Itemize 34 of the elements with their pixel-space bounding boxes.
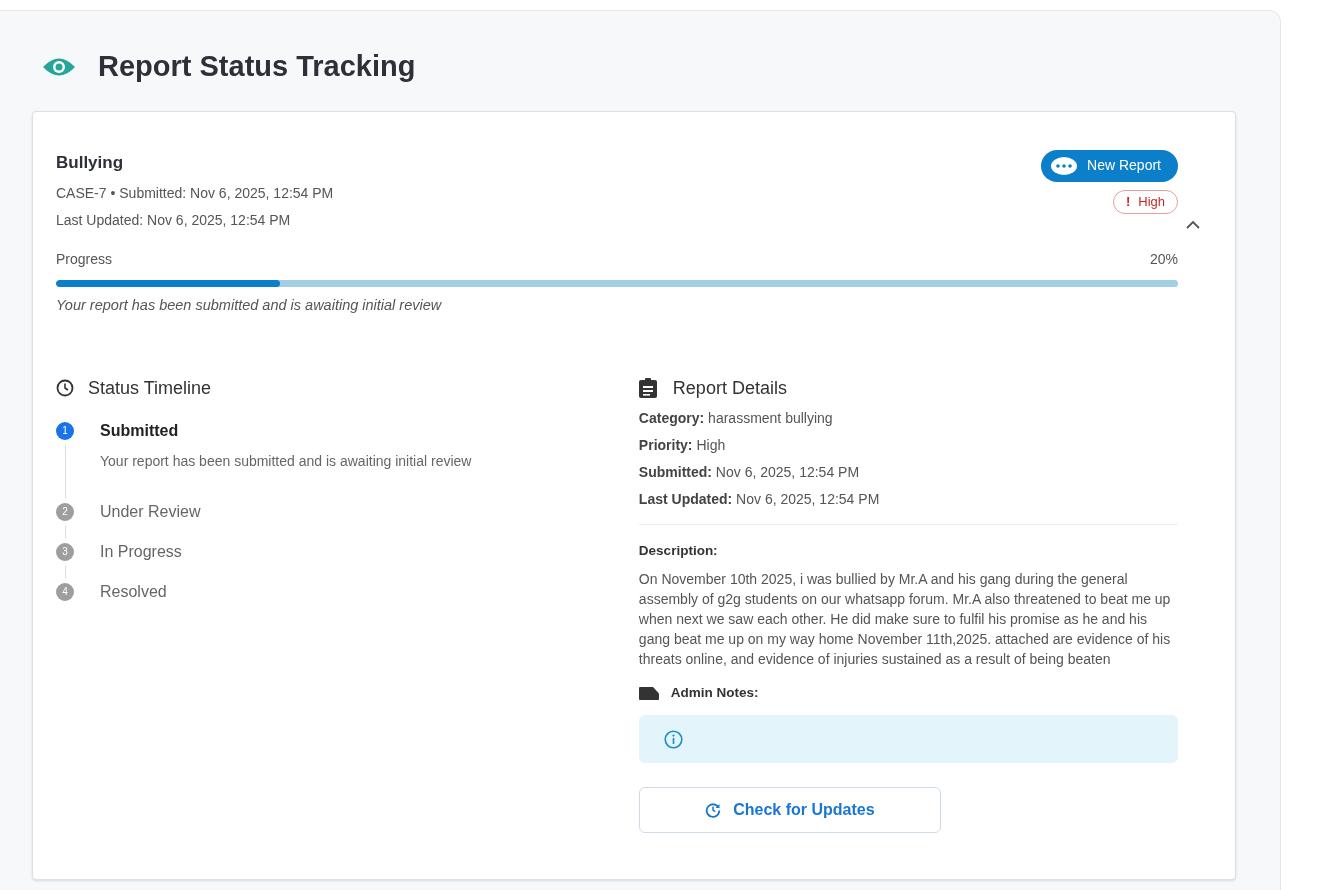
step-label: In Progress xyxy=(100,542,183,561)
progress-label: Progress xyxy=(56,250,113,269)
step-number: 2 xyxy=(56,502,74,521)
report-meta: CASE-7 • Submitted: Nov 6, 2025, 12:54 PM xyxy=(56,184,334,203)
step-number: 3 xyxy=(56,542,74,561)
step-label: Submitted xyxy=(100,421,180,440)
collapse-chevron-icon[interactable] xyxy=(1186,219,1200,229)
refresh-clock-icon xyxy=(705,802,722,819)
detail-field: Last Updated: Nov 6, 2025, 12:54 PM xyxy=(638,488,1178,510)
check-updates-button[interactable]: Check for Updates xyxy=(638,787,941,834)
description-text: On November 10th 2025, i was bullied by Mr.A and his gang during the general assembly of g2g students on our whatsapp forum. Mr.A also threatened to beat me up when next we saw each other. He did make sure to fulfil his promise as he and his gang beat me up on my way home November 11th,2025. attached are evidence of his threats online, and evidence of injuries sustained as a result of being beaten xyxy=(638,570,1172,669)
step-number: 1 xyxy=(56,421,74,440)
detail-field: Category: harassment bullying xyxy=(638,407,1178,429)
progress-reading: 20% xyxy=(1149,250,1178,269)
info-icon xyxy=(663,729,683,749)
description-label: Description: xyxy=(638,541,719,560)
detail-field: Priority: High xyxy=(638,434,1178,456)
clipboard-icon xyxy=(638,378,657,399)
clock-icon xyxy=(56,379,74,398)
step-label: Under Review xyxy=(100,502,202,521)
admin-notes-label: Admin Notes: xyxy=(670,684,759,702)
report-title: Bullying xyxy=(56,151,125,174)
last-updated: Last Updated: Nov 6, 2025, 12:54 PM xyxy=(56,211,292,230)
timeline-title: Status Timeline xyxy=(88,376,212,400)
details-title: Report Details xyxy=(672,376,787,400)
detail-field: Submitted: Nov 6, 2025, 12:54 PM xyxy=(638,461,1178,483)
step-label: Resolved xyxy=(100,582,168,601)
new-report-button[interactable]: New Report xyxy=(1041,149,1178,182)
progress-message: Your report has been submitted and is awaiting initial review xyxy=(56,296,443,315)
step-description: Your report has been submitted and is awaiting initial review xyxy=(100,451,473,471)
chat-bubble-icon xyxy=(1051,156,1078,175)
page-title: Report Status Tracking xyxy=(98,49,416,84)
step-number: 4 xyxy=(56,582,74,601)
label-icon xyxy=(638,686,659,700)
